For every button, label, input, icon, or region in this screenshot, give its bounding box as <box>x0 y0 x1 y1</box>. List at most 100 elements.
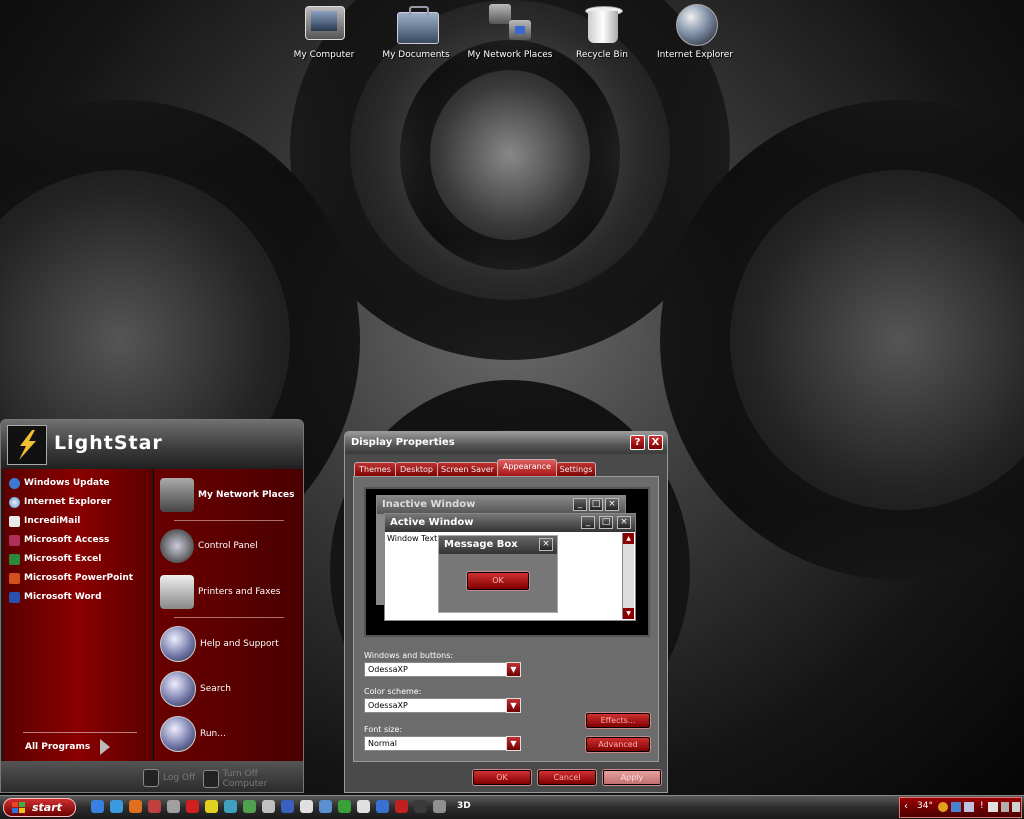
quick-launch-icon[interactable] <box>319 800 332 813</box>
ok-button[interactable]: OK <box>472 769 532 786</box>
quick-launch-icon[interactable] <box>243 800 256 813</box>
3d-icon[interactable]: 3D <box>457 801 471 811</box>
quick-launch-icon[interactable] <box>205 800 218 813</box>
start-item-microsoft-powerpoint[interactable]: Microsoft PowerPoint <box>9 569 133 587</box>
start-menu-footer: Log Off Turn Off Computer <box>1 761 303 792</box>
chevron-left-icon[interactable]: ‹ <box>904 801 908 812</box>
color-scheme-select[interactable]: OdessaXP ▼ <box>364 698 521 713</box>
quick-launch-icon[interactable] <box>110 800 123 813</box>
tray-app-icon[interactable] <box>1001 802 1009 812</box>
quick-launch-icon[interactable] <box>91 800 104 813</box>
quick-launch-icon[interactable] <box>148 800 161 813</box>
powerpoint-icon <box>9 572 20 584</box>
quick-launch-icon[interactable] <box>224 800 237 813</box>
temperature-readout[interactable]: 34° <box>917 801 933 811</box>
active-title-bar: Active Window _ □ × <box>385 514 635 532</box>
tab-appearance[interactable]: Appearance <box>497 459 557 477</box>
log-off-button[interactable]: Log Off <box>143 769 195 787</box>
help-icon <box>160 626 196 662</box>
start-item-label: Internet Explorer <box>24 497 112 507</box>
windows-buttons-select[interactable]: OdessaXP ▼ <box>364 662 521 677</box>
quick-launch-icon[interactable] <box>357 800 370 813</box>
dialog-title-bar[interactable]: Display Properties ? X <box>345 432 667 454</box>
separator <box>23 732 137 733</box>
word-icon <box>9 591 20 603</box>
quick-launch-icon[interactable] <box>167 800 180 813</box>
start-item-windows-update[interactable]: Windows Update <box>9 474 110 492</box>
start-item-microsoft-excel[interactable]: Microsoft Excel <box>9 550 101 568</box>
start-item-label: Microsoft Excel <box>24 554 102 564</box>
start-item-incredimail[interactable]: IncrediMail <box>9 512 80 530</box>
start-item-help-and-support[interactable]: Help and Support <box>160 626 279 662</box>
chevron-down-icon[interactable]: ▼ <box>506 698 521 713</box>
start-button[interactable]: start <box>3 798 76 817</box>
dialog-title: Display Properties <box>351 437 455 448</box>
weather-icon[interactable] <box>938 802 948 812</box>
chevron-down-icon[interactable]: ▼ <box>506 662 521 677</box>
desktop-icon-recycle-bin[interactable]: Recycle Bin <box>557 2 647 60</box>
scroll-up-icon: ▲ <box>623 533 634 544</box>
quick-launch-icon[interactable] <box>281 800 294 813</box>
appearance-panel: Inactive Window _ □ × Active Window _ □ … <box>353 476 659 762</box>
start-item-microsoft-access[interactable]: Microsoft Access <box>9 531 109 549</box>
search-icon <box>160 671 196 707</box>
quick-launch-icon[interactable] <box>433 800 446 813</box>
desktop-icon-my-network-places[interactable]: My Network Places <box>465 2 555 60</box>
pinned-programs-panel: Windows Update Internet Explorer Incredi… <box>3 469 152 761</box>
turn-off-label: Turn Off Computer <box>222 769 268 789</box>
quick-launch-icon[interactable] <box>129 800 142 813</box>
quick-launch-icon[interactable] <box>414 800 427 813</box>
desktop-icon-my-computer[interactable]: My Computer <box>279 2 369 60</box>
start-item-run[interactable]: Run... <box>160 716 226 752</box>
network-icon[interactable] <box>951 802 961 812</box>
desktop-icon-internet-explorer[interactable]: Internet Explorer <box>650 2 740 60</box>
advanced-button[interactable]: Advanced <box>585 736 651 753</box>
start-item-my-network-places[interactable]: My Network Places <box>160 478 295 512</box>
close-button[interactable]: X <box>648 435 663 450</box>
effects-button[interactable]: Effects... <box>585 712 651 729</box>
access-icon <box>9 534 20 546</box>
inactive-window-title: Inactive Window <box>382 499 476 510</box>
help-button[interactable]: ? <box>630 435 645 450</box>
apply-button[interactable]: Apply <box>602 769 662 786</box>
user-avatar[interactable] <box>7 425 47 465</box>
start-item-internet-explorer[interactable]: Internet Explorer <box>9 493 111 511</box>
turn-off-button[interactable]: Turn Off Computer <box>203 769 303 789</box>
tab-desktop[interactable]: Desktop <box>395 462 438 477</box>
start-item-printers-and-faxes[interactable]: Printers and Faxes <box>160 575 280 609</box>
quick-launch-icon[interactable] <box>300 800 313 813</box>
printer-icon <box>160 575 194 609</box>
chevron-down-icon[interactable]: ▼ <box>506 736 521 751</box>
my-computer-icon <box>301 2 347 46</box>
start-item-label: Run... <box>200 729 226 739</box>
start-item-control-panel[interactable]: Control Panel <box>160 529 258 563</box>
tray-app-icon[interactable] <box>988 802 998 812</box>
desktop-icon-label: Recycle Bin <box>576 50 628 60</box>
start-item-label: Control Panel <box>198 541 258 551</box>
start-item-label: Printers and Faxes <box>198 587 281 597</box>
log-off-icon <box>143 769 159 787</box>
volume-icon[interactable] <box>964 802 974 812</box>
quick-launch-icon[interactable] <box>395 800 408 813</box>
tray-app-icon[interactable] <box>1012 802 1020 812</box>
start-item-label: Windows Update <box>24 478 110 488</box>
internet-explorer-icon <box>672 2 718 46</box>
quick-launch-icon[interactable] <box>376 800 389 813</box>
close-icon: × <box>539 538 553 551</box>
quick-launch-icon[interactable] <box>186 800 199 813</box>
tab-screen-saver[interactable]: Screen Saver <box>437 462 498 477</box>
quick-launch-icon[interactable] <box>338 800 351 813</box>
all-programs-button[interactable]: All Programs <box>25 738 111 756</box>
network-places-icon <box>487 2 533 46</box>
quick-launch-icon[interactable] <box>262 800 275 813</box>
cancel-button[interactable]: Cancel <box>537 769 597 786</box>
desktop-icon-my-documents[interactable]: My Documents <box>371 2 461 60</box>
start-item-search[interactable]: Search <box>160 671 231 707</box>
font-size-select[interactable]: Normal ▼ <box>364 736 521 751</box>
start-item-microsoft-word[interactable]: Microsoft Word <box>9 588 102 606</box>
log-off-label: Log Off <box>163 773 196 783</box>
exclamation-icon[interactable]: ! <box>980 801 984 811</box>
scroll-down-icon: ▼ <box>623 608 634 619</box>
tab-themes[interactable]: Themes <box>354 462 396 477</box>
tab-settings[interactable]: Settings <box>556 462 596 477</box>
